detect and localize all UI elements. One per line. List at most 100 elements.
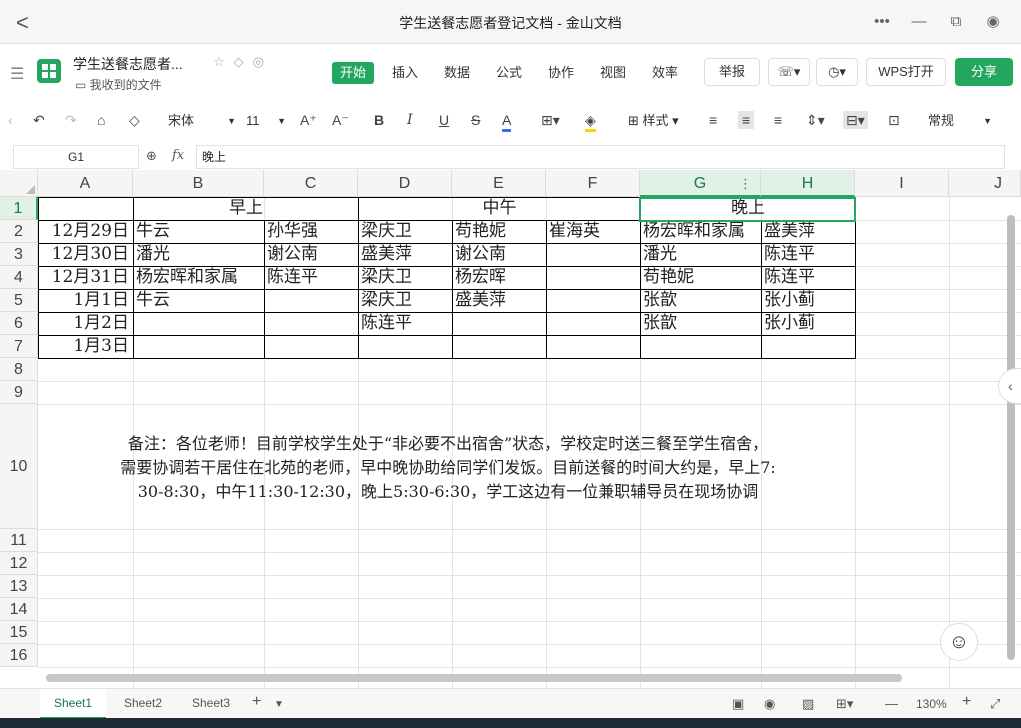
format-painter-icon[interactable]: ⌂ (97, 111, 105, 129)
table-cell[interactable]: 梁庆卫 (361, 220, 452, 243)
table-cell[interactable]: 陈连平 (361, 312, 452, 335)
more-options-icon[interactable]: ••• (868, 9, 896, 35)
column-header-j[interactable]: J (949, 170, 1021, 197)
zoom-search-icon[interactable]: ⊕ (146, 148, 157, 164)
tab-formula[interactable]: 公式 (492, 62, 526, 84)
table-cell[interactable]: 崔海英 (549, 220, 640, 243)
zoom-level[interactable]: 130% (916, 697, 947, 711)
row-header-9[interactable]: 9 (0, 381, 38, 404)
vertical-scrollbar[interactable] (1007, 215, 1015, 660)
sheet-tab-1[interactable]: Sheet1 (40, 689, 106, 719)
clear-format-icon[interactable]: ◇ (129, 111, 140, 129)
border-icon[interactable]: ⊞▾ (541, 111, 560, 129)
note-text[interactable]: 备注：各位老师！目前学校学生处于“非必要不出宿舍”状态，学校定时送三餐至学生宿舍… (40, 432, 856, 504)
date-cell[interactable]: 12月31日 (39, 266, 129, 289)
name-box[interactable]: G1 (13, 145, 139, 169)
table-cell[interactable]: 牛云 (136, 289, 264, 312)
wps-open-button[interactable]: WPS打开 (866, 58, 946, 86)
table-cell[interactable]: 盛美萍 (361, 243, 452, 266)
row-header-15[interactable]: 15 (0, 621, 38, 644)
fill-color-icon[interactable]: ◈ (585, 111, 596, 132)
sheet-tab-3[interactable]: Sheet3 (178, 689, 244, 719)
table-cell[interactable]: 潘光 (643, 243, 761, 266)
row-header-1[interactable]: 1 (0, 197, 38, 220)
header-noon[interactable]: 中午 (359, 197, 640, 220)
table-cell[interactable]: 陈连平 (764, 266, 855, 289)
redo-icon[interactable]: ↷ (65, 111, 77, 129)
status-check-icon[interactable]: ◉ (764, 696, 775, 712)
formula-input[interactable]: 晚上 (196, 145, 1005, 169)
column-header-b[interactable]: B (133, 170, 264, 197)
table-cell[interactable]: 潘光 (136, 243, 264, 266)
table-cell[interactable]: 张歆 (643, 289, 761, 312)
folder-location[interactable]: ▭ 我收到的文件 (75, 76, 162, 93)
table-cell[interactable]: 牛云 (136, 220, 264, 243)
minimize-button[interactable]: — (905, 9, 933, 35)
row-header-4[interactable]: 4 (0, 266, 38, 289)
table-cell[interactable]: 苟艳妮 (455, 220, 546, 243)
history-button[interactable]: ◷▾ (816, 58, 858, 86)
column-header-e[interactable]: E (452, 170, 546, 197)
row-header-11[interactable]: 11 (0, 529, 38, 552)
column-header-h[interactable]: H (761, 170, 855, 197)
row-header-12[interactable]: 12 (0, 552, 38, 575)
close-button[interactable]: ◉ (979, 9, 1007, 35)
doc-action-icons[interactable]: ☆◇◎ (213, 54, 273, 70)
restore-button[interactable]: ⧉ (942, 9, 970, 35)
date-cell[interactable]: 1月2日 (39, 312, 129, 335)
decrease-font-icon[interactable]: A⁻ (332, 111, 349, 129)
align-left-icon[interactable]: ≡ (709, 111, 717, 129)
assistant-mascot-icon[interactable]: ☺ (940, 623, 978, 661)
sheet-tab-2[interactable]: Sheet2 (110, 689, 176, 719)
zoom-out-button[interactable]: — (885, 696, 898, 711)
table-cell[interactable]: 谢公南 (267, 243, 358, 266)
table-cell[interactable]: 陈连平 (764, 243, 855, 266)
undo-icon[interactable]: ↶ (33, 111, 45, 129)
row-header-2[interactable]: 2 (0, 220, 38, 243)
font-size-select[interactable]: 11 ▼ (246, 109, 286, 133)
row-header-3[interactable]: 3 (0, 243, 38, 266)
row-header-13[interactable]: 13 (0, 575, 38, 598)
align-right-icon[interactable]: ≡ (774, 111, 782, 129)
row-header-7[interactable]: 7 (0, 335, 38, 358)
sheet-menu-chevron-icon[interactable]: ▼ (274, 699, 284, 710)
tab-data[interactable]: 数据 (440, 62, 474, 84)
column-menu-icon[interactable]: ⋮ (739, 170, 752, 197)
protect-icon[interactable]: ▣ (732, 696, 744, 712)
zoom-in-button[interactable]: + (962, 693, 971, 711)
function-icon[interactable]: fx (172, 148, 184, 163)
tab-insert[interactable]: 插入 (388, 62, 422, 84)
table-cell[interactable]: 杨宏晖 (455, 266, 546, 289)
date-cell[interactable]: 12月30日 (39, 243, 129, 266)
merge-cells-icon[interactable]: ⊟▾ (843, 111, 868, 129)
tab-collab[interactable]: 协作 (544, 62, 578, 84)
underline-icon[interactable]: U (439, 111, 449, 129)
strikethrough-icon[interactable]: S (471, 111, 480, 129)
row-header-10[interactable]: 10 (0, 404, 38, 529)
table-cell[interactable]: 孙华强 (267, 220, 358, 243)
chart-icon[interactable]: ▨ (802, 696, 814, 712)
column-header-g[interactable]: G ⋮ (640, 170, 761, 197)
add-sheet-icon[interactable]: + (252, 693, 261, 711)
font-color-icon[interactable]: A (502, 111, 512, 132)
table-cell[interactable]: 盛美萍 (764, 220, 855, 243)
table-cell[interactable]: 盛美萍 (455, 289, 546, 312)
row-header-5[interactable]: 5 (0, 289, 38, 312)
cell-style-select[interactable]: ⊞ 样式 ▾ (628, 109, 688, 133)
bold-icon[interactable]: B (374, 111, 384, 129)
header-morning[interactable]: 早上 (134, 197, 358, 220)
report-button[interactable]: 举报 (704, 58, 760, 86)
select-all-corner[interactable] (0, 170, 38, 197)
document-name[interactable]: 学生送餐志愿者... (73, 54, 183, 74)
call-button[interactable]: ☏▾ (768, 58, 810, 86)
font-family-select[interactable]: 宋体 ▼ (168, 109, 236, 133)
fullscreen-icon[interactable]: ⤢ (990, 696, 1000, 712)
table-cell[interactable]: 杨宏晖和家属 (643, 220, 761, 243)
row-header-16[interactable]: 16 (0, 644, 38, 667)
date-cell[interactable]: 12月29日 (39, 220, 129, 243)
table-cell[interactable]: 梁庆卫 (361, 266, 452, 289)
row-header-8[interactable]: 8 (0, 358, 38, 381)
vertical-align-icon[interactable]: ⇕▾ (806, 111, 825, 129)
tab-start[interactable]: 开始 (332, 62, 374, 84)
row-header-14[interactable]: 14 (0, 598, 38, 621)
